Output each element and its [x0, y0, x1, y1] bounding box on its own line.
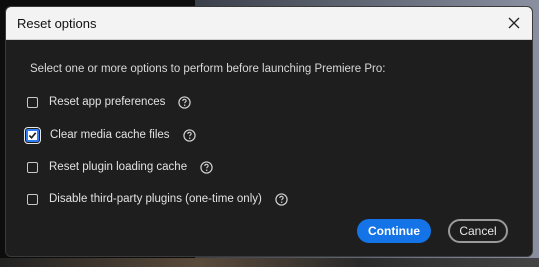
option-label: Disable third-party plugins (one-time on… — [49, 193, 262, 205]
checkbox[interactable] — [27, 193, 38, 205]
option-label: Clear media cache files — [50, 129, 170, 141]
reset-options-dialog: Reset options Select one or more options… — [5, 6, 533, 257]
help-circle-icon[interactable] — [178, 95, 192, 109]
option-clear-media-cache[interactable]: Clear media cache files — [24, 126, 196, 144]
option-label: Reset plugin loading cache — [49, 161, 188, 173]
option-disable-third-party-plugins[interactable]: Disable third-party plugins (one-time on… — [27, 190, 288, 208]
checkbox[interactable] — [27, 161, 38, 173]
dialog-body: Select one or more options to perform be… — [6, 40, 532, 256]
checkbox[interactable] — [27, 96, 38, 108]
close-button[interactable] — [502, 11, 526, 35]
option-reset-plugin-loading-cache[interactable]: Reset plugin loading cache — [27, 158, 213, 176]
checkmark-icon — [28, 131, 37, 139]
dialog-title: Reset options — [17, 16, 97, 31]
dialog-titlebar: Reset options — [6, 7, 532, 40]
close-icon — [508, 17, 520, 29]
checkbox-checked[interactable] — [24, 126, 41, 144]
help-circle-icon[interactable] — [275, 192, 288, 206]
instruction-text: Select one or more options to perform be… — [30, 63, 386, 75]
desktop-background-strip — [0, 258, 539, 267]
continue-button[interactable]: Continue — [357, 219, 431, 243]
option-reset-app-preferences[interactable]: Reset app preferences — [27, 93, 192, 111]
help-circle-icon[interactable] — [200, 160, 213, 174]
help-circle-icon[interactable] — [182, 128, 196, 142]
option-label: Reset app preferences — [49, 96, 166, 108]
cancel-button[interactable]: Cancel — [448, 219, 508, 243]
